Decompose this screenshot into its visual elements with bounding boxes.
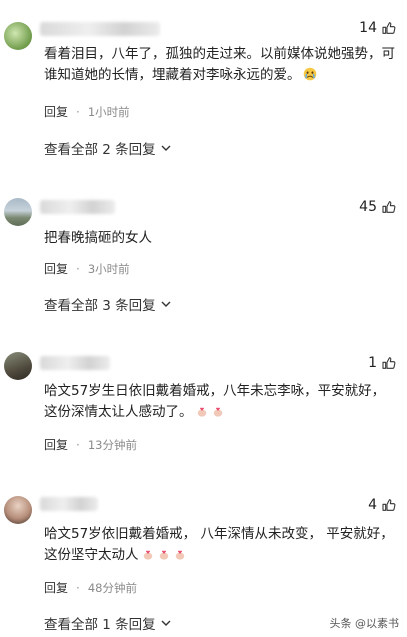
comment-text-content: 哈文57岁依旧戴着婚戒， 八年深情从未改变， 平安就好，这份坚守太动人 bbox=[44, 526, 394, 563]
avatar[interactable] bbox=[4, 198, 32, 226]
chevron-down-icon bbox=[161, 145, 171, 151]
like-button[interactable]: 1 bbox=[368, 355, 397, 371]
view-all-replies-button[interactable]: 查看全部 3 条回复 bbox=[44, 294, 172, 314]
username-blurred[interactable] bbox=[40, 200, 115, 214]
like-count: 14 bbox=[359, 20, 377, 36]
chevron-down-icon bbox=[161, 620, 171, 626]
like-count: 45 bbox=[359, 199, 377, 215]
comment-time: 13分钟前 bbox=[87, 437, 137, 452]
reply-button[interactable]: 回复 bbox=[44, 260, 68, 277]
like-button[interactable]: 4 bbox=[368, 497, 397, 513]
comment-time: 3小时前 bbox=[87, 261, 130, 276]
view-all-replies-button[interactable]: 查看全部 1 条回复 bbox=[44, 613, 172, 633]
finger-heart-icon bbox=[159, 550, 168, 560]
finger-heart-icon bbox=[143, 550, 152, 560]
finger-heart-icon bbox=[213, 407, 222, 417]
comment-text-content: 看着泪目，八年了，孤独的走过来。以前媒体说她强势，可谁知道她的长情，埋藏着对李咏… bbox=[44, 46, 395, 83]
comment-text: 把春晚搞砸的女人 bbox=[44, 230, 152, 246]
comment-meta: 回复 · 1小时前 bbox=[44, 103, 130, 120]
comment-time: 48分钟前 bbox=[87, 580, 137, 595]
avatar[interactable] bbox=[4, 22, 32, 50]
thumbs-up-icon bbox=[382, 201, 396, 213]
separator-dot: · bbox=[76, 104, 80, 119]
thumbs-up-icon bbox=[382, 499, 396, 511]
avatar[interactable] bbox=[4, 496, 32, 524]
crying-face-icon bbox=[303, 67, 316, 81]
view-all-replies-label: 查看全部 3 条回复 bbox=[44, 298, 156, 314]
avatar[interactable] bbox=[4, 352, 32, 380]
reply-button[interactable]: 回复 bbox=[44, 579, 68, 596]
separator-dot: · bbox=[76, 580, 80, 595]
view-all-replies-label: 查看全部 1 条回复 bbox=[44, 617, 156, 633]
separator-dot: · bbox=[76, 261, 80, 276]
reply-button[interactable]: 回复 bbox=[44, 103, 68, 120]
comment-time: 1小时前 bbox=[87, 104, 130, 119]
comment-text: 哈文57岁生日依旧戴着婚戒，八年未忘李咏，平安就好，这份深情太让人感动了。 bbox=[44, 381, 397, 423]
comment-meta: 回复 · 48分钟前 bbox=[44, 579, 137, 596]
like-count: 4 bbox=[368, 497, 377, 513]
chevron-down-icon bbox=[161, 301, 171, 307]
thumbs-up-icon bbox=[382, 22, 396, 34]
like-count: 1 bbox=[368, 355, 377, 371]
thumbs-up-icon bbox=[382, 357, 396, 369]
separator-dot: · bbox=[76, 437, 80, 452]
watermark: 头条 @以素书 bbox=[329, 617, 400, 630]
finger-heart-icon bbox=[175, 550, 184, 560]
reply-button[interactable]: 回复 bbox=[44, 436, 68, 453]
like-button[interactable]: 14 bbox=[359, 20, 397, 36]
username-blurred[interactable] bbox=[40, 22, 160, 36]
comment-meta: 回复 · 13分钟前 bbox=[44, 436, 137, 453]
comment-meta: 回复 · 3小时前 bbox=[44, 260, 130, 277]
finger-heart-icon bbox=[197, 407, 206, 417]
comment-text: 哈文57岁依旧戴着婚戒， 八年深情从未改变， 平安就好，这份坚守太动人 bbox=[44, 524, 397, 566]
comment-text: 看着泪目，八年了，孤独的走过来。以前媒体说她强势，可谁知道她的长情，埋藏着对李咏… bbox=[44, 44, 397, 86]
username-blurred[interactable] bbox=[40, 497, 98, 511]
view-all-replies-label: 查看全部 2 条回复 bbox=[44, 142, 156, 158]
username-blurred[interactable] bbox=[40, 356, 110, 370]
like-button[interactable]: 45 bbox=[359, 199, 397, 215]
view-all-replies-button[interactable]: 查看全部 2 条回复 bbox=[44, 138, 172, 158]
